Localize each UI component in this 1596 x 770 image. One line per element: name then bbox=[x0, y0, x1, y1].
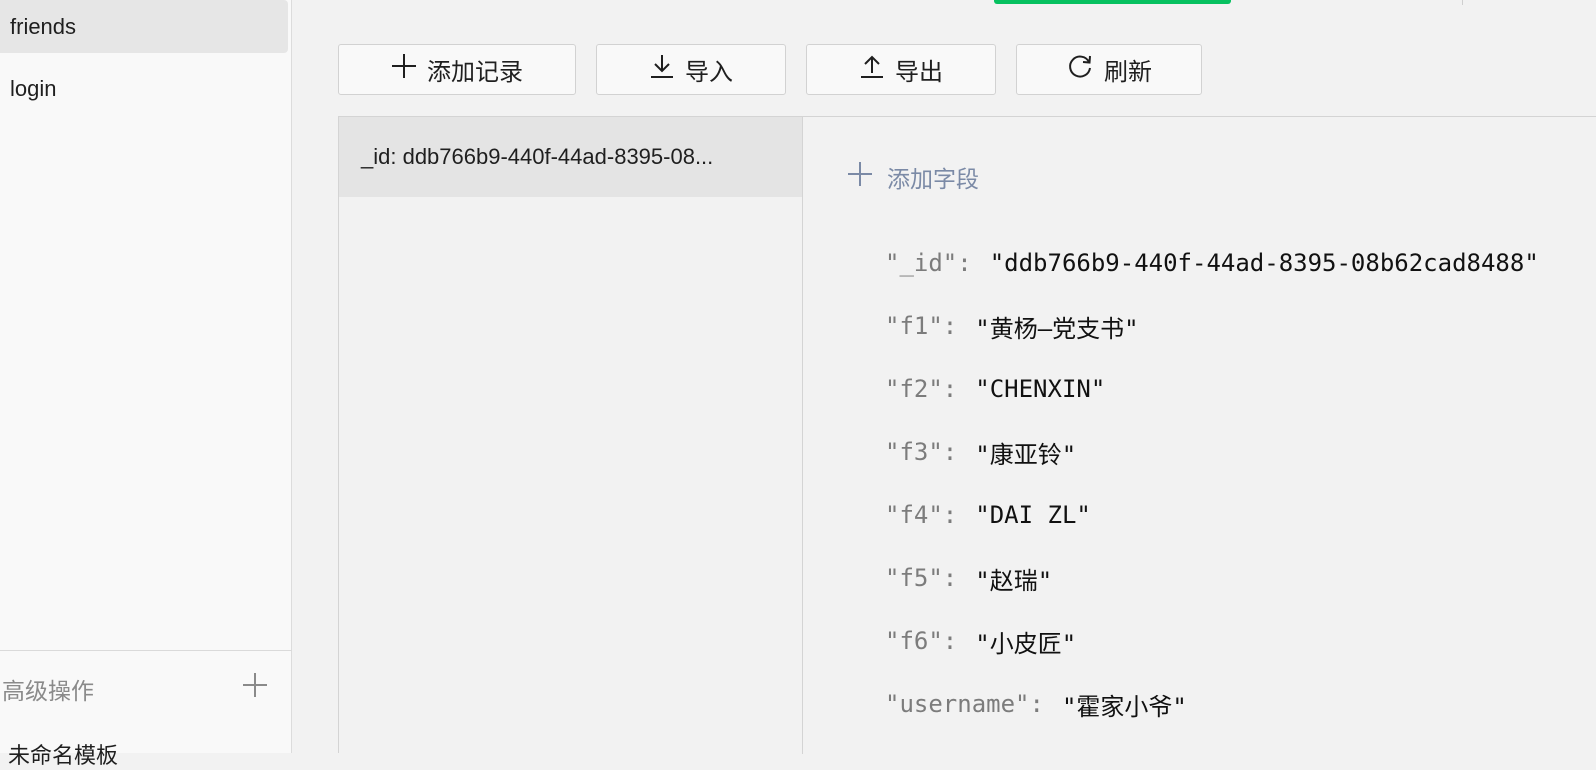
import-button[interactable]: 导入 bbox=[596, 44, 786, 95]
field-value[interactable]: "DAI ZL" bbox=[975, 501, 1091, 529]
advanced-operations-title: 高级操作 bbox=[2, 678, 94, 704]
field-value[interactable]: "赵瑞" bbox=[975, 561, 1052, 596]
field-row-f5[interactable]: "f5": "赵瑞" bbox=[885, 560, 1052, 596]
export-label: 导出 bbox=[895, 59, 943, 86]
add-record-button[interactable]: 添加记录 bbox=[338, 44, 576, 95]
field-key: "f6" bbox=[885, 627, 943, 655]
active-tab-indicator[interactable] bbox=[994, 0, 1231, 4]
sidebar-divider bbox=[0, 650, 292, 651]
field-row-f6[interactable]: "f6": "小皮匠" bbox=[885, 623, 1076, 659]
plus-icon bbox=[847, 161, 873, 193]
field-row-id[interactable]: "_id": "ddb766b9-440f-44ad-8395-08b62cad8… bbox=[885, 245, 1539, 281]
field-row-f4[interactable]: "f4": "DAI ZL" bbox=[885, 497, 1091, 533]
field-key: "_id" bbox=[885, 249, 958, 277]
plus-icon[interactable] bbox=[240, 670, 270, 700]
field-key: "f2" bbox=[885, 375, 943, 403]
import-label: 导入 bbox=[685, 59, 733, 86]
plus-icon bbox=[391, 53, 417, 86]
field-value[interactable]: "ddb766b9-440f-44ad-8395-08b62cad8488" bbox=[990, 249, 1539, 277]
field-value[interactable]: "小皮匠" bbox=[975, 624, 1076, 659]
field-value[interactable]: "康亚铃" bbox=[975, 435, 1076, 470]
collection-sidebar: friends login 高级操作 未命名模板 bbox=[0, 0, 292, 768]
add-field-label: 添加字段 bbox=[887, 167, 979, 193]
collection-item-login[interactable]: login bbox=[0, 62, 288, 115]
field-row-username[interactable]: "username": "霍家小爷" bbox=[885, 686, 1187, 722]
record-list-item[interactable]: _id: ddb766b9-440f-44ad-8395-08... bbox=[339, 117, 802, 197]
tab-divider bbox=[1462, 0, 1463, 5]
field-key: "username" bbox=[885, 690, 1030, 718]
upload-icon bbox=[859, 53, 885, 86]
collection-label: friends bbox=[10, 13, 77, 39]
refresh-icon bbox=[1066, 52, 1094, 87]
advanced-operations-header: 高级操作 bbox=[0, 664, 292, 708]
export-button[interactable]: 导出 bbox=[806, 44, 996, 95]
field-value[interactable]: "霍家小爷" bbox=[1062, 687, 1187, 722]
add-record-label: 添加记录 bbox=[427, 59, 523, 86]
field-row-f2[interactable]: "f2": "CHENXIN" bbox=[885, 371, 1105, 407]
field-value[interactable]: "CHENXIN" bbox=[975, 375, 1105, 403]
collection-label: login bbox=[10, 75, 57, 101]
refresh-button[interactable]: 刷新 bbox=[1016, 44, 1202, 95]
template-item[interactable]: 未命名模板 bbox=[8, 738, 118, 770]
field-row-f3[interactable]: "f3": "康亚铃" bbox=[885, 434, 1076, 470]
field-key: "f5" bbox=[885, 564, 943, 592]
record-list: _id: ddb766b9-440f-44ad-8395-08... bbox=[339, 117, 803, 754]
field-key: "f4" bbox=[885, 501, 943, 529]
tab-strip bbox=[994, 0, 1596, 5]
refresh-label: 刷新 bbox=[1104, 59, 1152, 86]
field-key: "f3" bbox=[885, 438, 943, 466]
records-panel: _id: ddb766b9-440f-44ad-8395-08... 添加字段 … bbox=[338, 116, 1596, 754]
download-icon bbox=[649, 53, 675, 86]
field-row-f1[interactable]: "f1": "黄杨—党支书" bbox=[885, 308, 1139, 344]
collection-item-friends[interactable]: friends bbox=[0, 0, 288, 53]
field-value[interactable]: "黄杨—党支书" bbox=[975, 309, 1138, 344]
document-editor: 添加字段 "_id": "ddb766b9-440f-44ad-8395-08b6… bbox=[803, 117, 1596, 754]
field-key: "f1" bbox=[885, 312, 943, 340]
add-field-button[interactable]: 添加字段 bbox=[847, 159, 979, 195]
